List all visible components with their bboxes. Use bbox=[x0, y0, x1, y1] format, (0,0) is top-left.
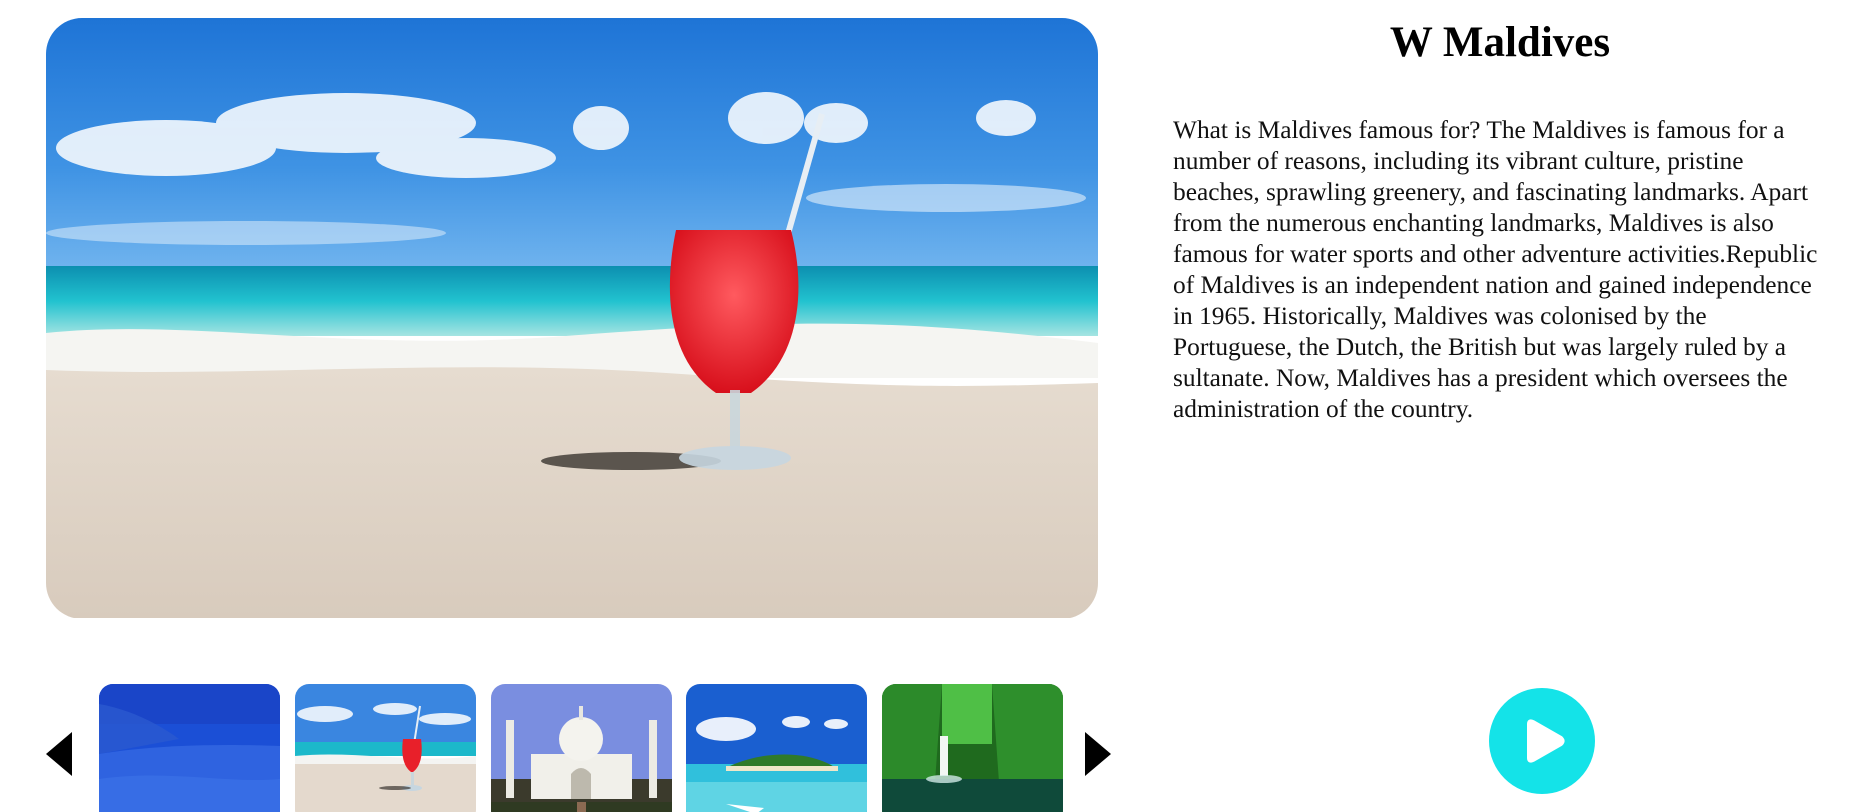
hero-image bbox=[46, 18, 1098, 619]
page: W Maldives What is Maldives famous for? … bbox=[0, 0, 1864, 812]
destination-description: What is Maldives famous for? The Maldive… bbox=[1173, 116, 1818, 423]
carousel-prev-button[interactable] bbox=[42, 730, 76, 778]
page-title: W Maldives bbox=[1389, 19, 1611, 66]
carousel-next-button[interactable] bbox=[1081, 730, 1115, 778]
chevron-right-icon bbox=[1085, 732, 1111, 776]
tropical-island-thumbnail[interactable] bbox=[686, 684, 867, 812]
beach-drink-thumbnail[interactable] bbox=[295, 684, 476, 812]
waterfall-thumbnail[interactable] bbox=[882, 684, 1063, 812]
blue-beach-thumbnail[interactable] bbox=[99, 684, 280, 812]
play-button[interactable] bbox=[1489, 688, 1595, 794]
chevron-left-icon bbox=[46, 732, 72, 776]
play-icon bbox=[1527, 719, 1565, 763]
thumbnail-strip bbox=[99, 684, 1079, 812]
taj-mahal-thumbnail[interactable] bbox=[491, 684, 672, 812]
